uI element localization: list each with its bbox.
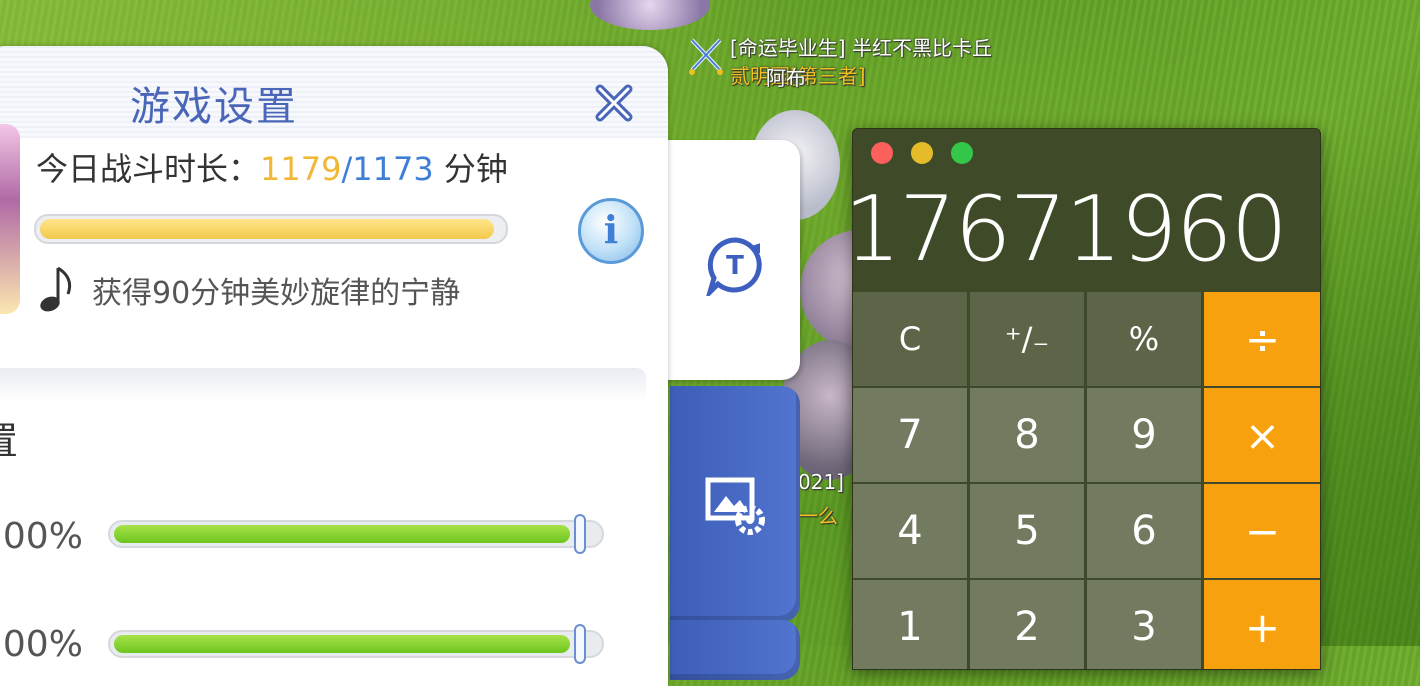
tab-chat[interactable]: T bbox=[660, 140, 800, 380]
battle-duration-progress-fill bbox=[40, 219, 494, 239]
battle-duration-current: 1179 bbox=[260, 150, 342, 188]
info-button[interactable]: i bbox=[578, 198, 644, 264]
character-sprite bbox=[590, 0, 710, 30]
calculator-window: 17671960 C ⁺∕₋% ÷ 7 8 9 × 4 5 6− 1 2 3 + bbox=[852, 128, 1321, 670]
battle-duration-progress bbox=[34, 214, 508, 244]
digit-2-key[interactable]: 2 bbox=[970, 580, 1085, 669]
player-title-tag: [命运毕业生] 半红不黑比卡丘 bbox=[730, 36, 992, 60]
battle-duration-prefix: 今日战斗时长： bbox=[36, 150, 261, 188]
section-divider bbox=[0, 368, 646, 402]
clear-key[interactable]: C bbox=[853, 292, 968, 387]
tab-display-settings[interactable] bbox=[670, 386, 800, 622]
digit-1-key[interactable]: 1 bbox=[853, 580, 968, 669]
character-portrait bbox=[0, 124, 20, 314]
player-name-fragment: 一么 bbox=[798, 504, 838, 528]
music-reward-text: 获得90分钟美妙旋律的宁静 bbox=[92, 276, 461, 311]
panel-header bbox=[0, 46, 668, 138]
volume-slider-2[interactable] bbox=[108, 624, 604, 664]
add-key[interactable]: + bbox=[1204, 580, 1320, 669]
tab-more[interactable] bbox=[670, 620, 800, 680]
svg-text:T: T bbox=[726, 251, 744, 281]
slider-fill bbox=[114, 525, 570, 543]
battle-duration-limit: 1173 bbox=[352, 150, 434, 188]
toggle-sign-key[interactable]: ⁺∕₋ bbox=[970, 292, 1085, 387]
slider-handle[interactable] bbox=[574, 514, 586, 554]
digit-7-key[interactable]: 7 bbox=[853, 388, 968, 483]
section-title: 置 bbox=[0, 410, 18, 465]
digit-3-key[interactable]: 3 bbox=[1087, 580, 1202, 669]
volume-slider-1-value: 100% bbox=[0, 516, 83, 557]
battle-duration-separator: / bbox=[341, 150, 353, 188]
player-name: 阿布 bbox=[766, 66, 806, 90]
chat-t-icon: T bbox=[706, 237, 762, 296]
digit-4-key[interactable]: 4 bbox=[853, 484, 968, 579]
battle-duration-label: 今日战斗时长：1179/1173 分钟 bbox=[36, 144, 508, 190]
minimize-window-button[interactable] bbox=[911, 142, 933, 164]
info-icon: i bbox=[603, 207, 619, 252]
game-settings-panel: 游戏设置 今日战斗时长：1179/1173 分钟 i 获得90分钟美妙旋律的宁静… bbox=[0, 46, 668, 686]
digit-6-key[interactable]: 6 bbox=[1087, 484, 1202, 579]
digit-8-key[interactable]: 8 bbox=[970, 388, 1085, 483]
slider-handle[interactable] bbox=[574, 624, 586, 664]
page-title: 游戏设置 bbox=[130, 84, 298, 130]
divide-key[interactable]: ÷ bbox=[1204, 292, 1320, 387]
digit-5-key[interactable]: 5 bbox=[970, 484, 1085, 579]
subtract-key[interactable]: − bbox=[1204, 484, 1320, 579]
image-settings-icon bbox=[705, 477, 765, 535]
volume-slider-2-value: 100% bbox=[0, 624, 83, 665]
player-tag-fragment: 021] bbox=[798, 470, 844, 494]
zoom-window-button[interactable] bbox=[951, 142, 973, 164]
close-icon[interactable] bbox=[592, 81, 636, 125]
calculator-display: 17671960 bbox=[852, 177, 1288, 282]
music-note-icon bbox=[40, 266, 72, 312]
digit-9-key[interactable]: 9 bbox=[1087, 388, 1202, 483]
close-window-button[interactable] bbox=[871, 142, 893, 164]
multiply-key[interactable]: × bbox=[1204, 388, 1320, 483]
percent-key[interactable]: % bbox=[1087, 292, 1202, 387]
volume-slider-1[interactable] bbox=[108, 514, 604, 554]
crossed-swords-icon bbox=[689, 38, 723, 75]
slider-fill bbox=[114, 635, 570, 653]
battle-duration-unit: 分钟 bbox=[433, 150, 508, 188]
